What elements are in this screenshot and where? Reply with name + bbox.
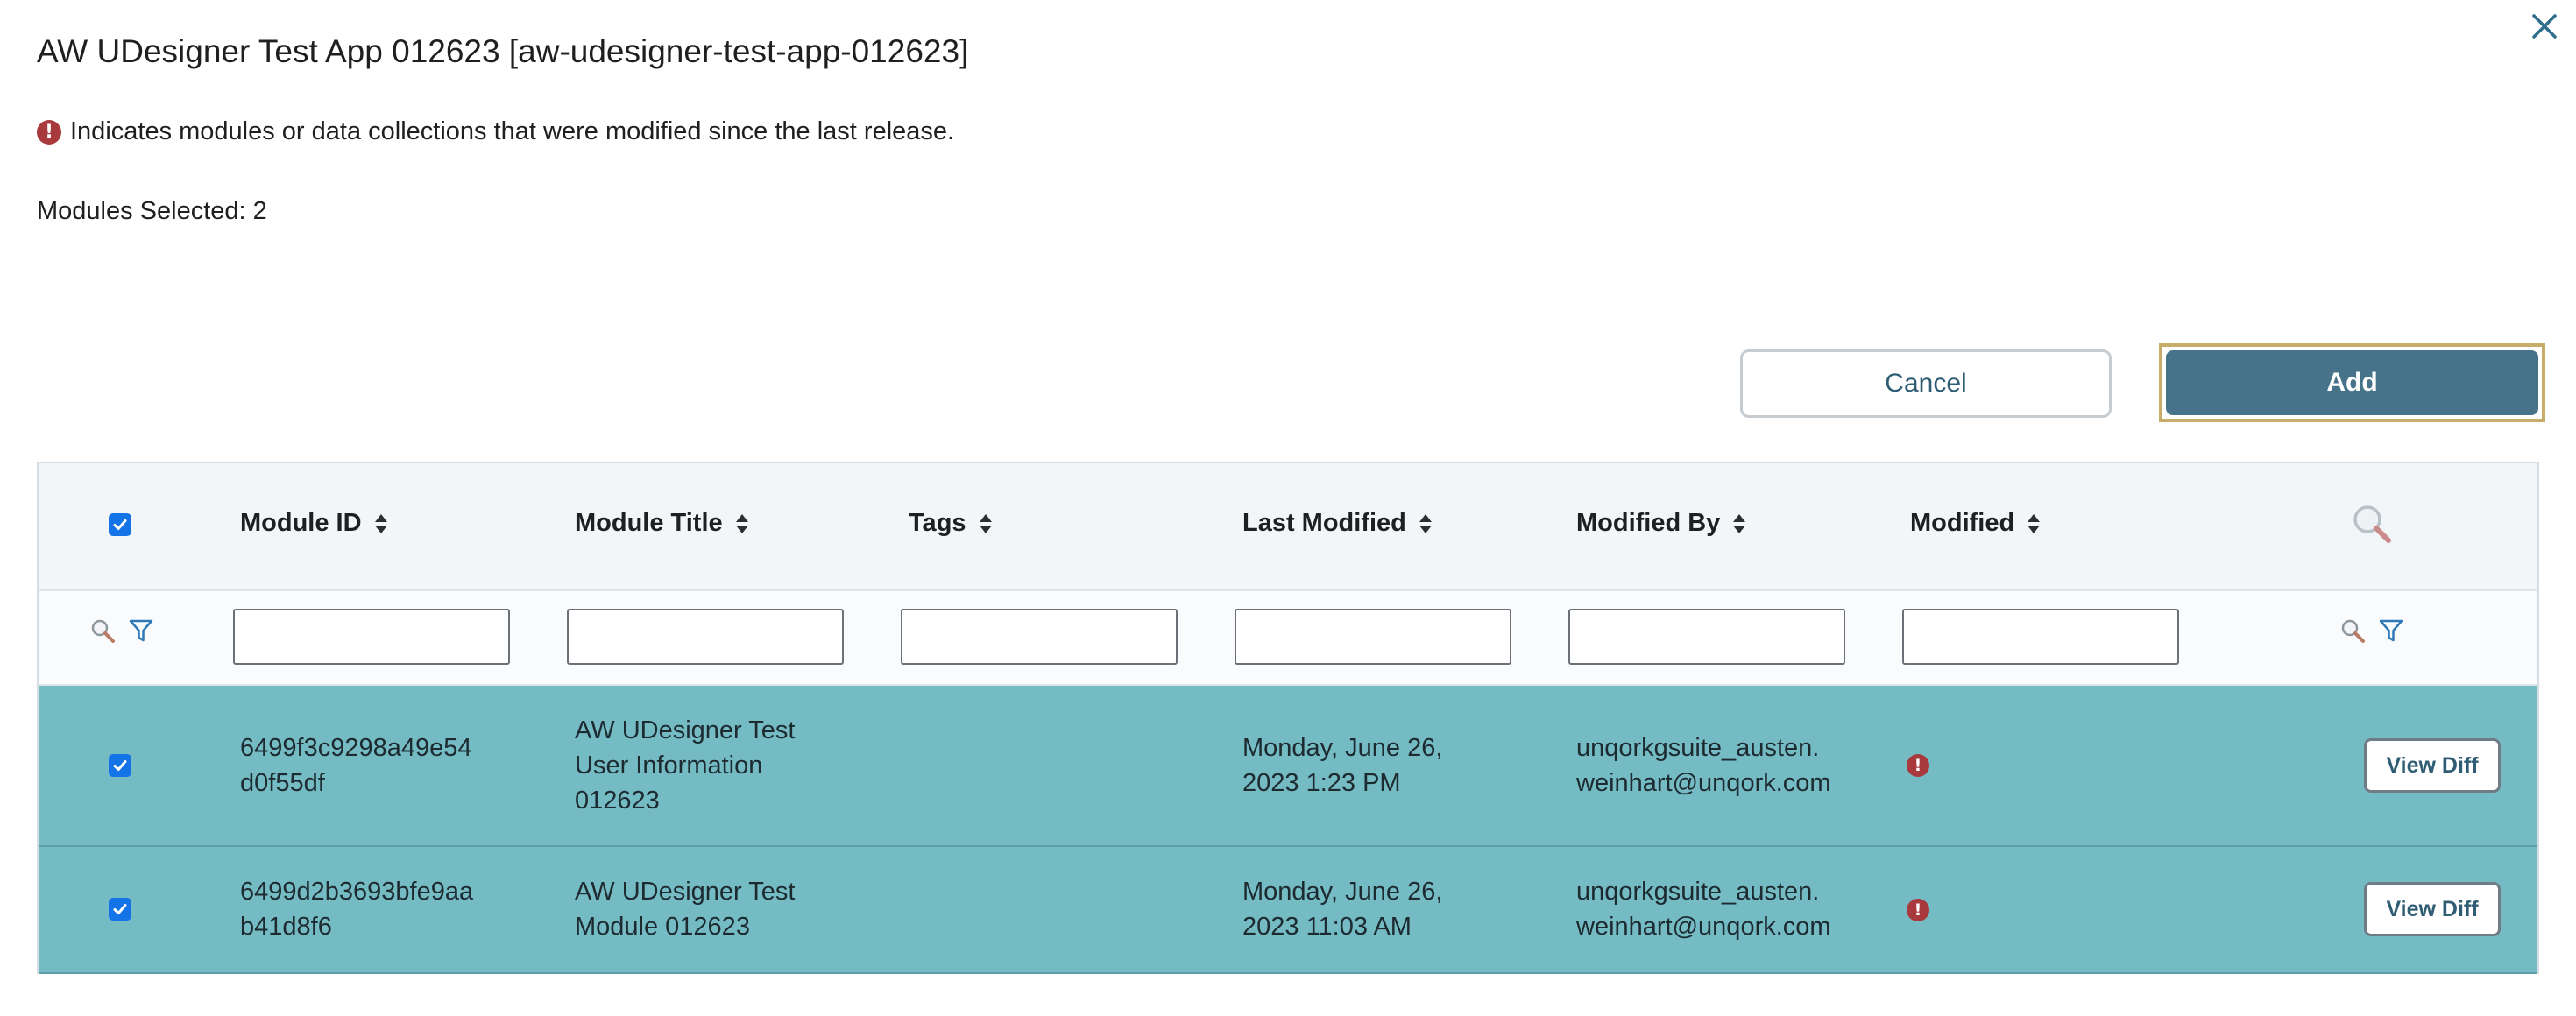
- sort-icon: [1732, 512, 1746, 535]
- module-title-cell: AW UDesigner Test User Information 01262…: [575, 713, 795, 818]
- dialog-title: AW UDesigner Test App 012623 [aw-udesign…: [37, 33, 969, 69]
- view-diff-button[interactable]: View Diff: [2364, 882, 2501, 936]
- module-id-cell: 6499d2b3693bfe9aa b41d8f6: [240, 874, 473, 944]
- table-header-row: Module ID Module Title Tags Last Modifie…: [39, 463, 2537, 591]
- module-title-line: AW UDesigner Test: [575, 878, 796, 906]
- last-modified-line: Monday, June 26,: [1242, 878, 1443, 906]
- last-modified-line: 2023 11:03 AM: [1242, 913, 1412, 941]
- module-title-cell: AW UDesigner Test Module 012623: [575, 874, 795, 944]
- column-header-last-modified[interactable]: Last Modified: [1242, 509, 1433, 538]
- sort-icon: [1419, 512, 1433, 535]
- last-modified-line: 2023 1:23 PM: [1242, 769, 1401, 797]
- module-id-line: b41d8f6: [240, 913, 332, 941]
- row-select-checkbox[interactable]: [109, 754, 131, 777]
- filter-icon[interactable]: [128, 617, 154, 644]
- modified-indicator: !: [1907, 754, 1929, 777]
- module-title-line: AW UDesigner Test: [575, 716, 796, 744]
- module-title-line: 012623: [575, 787, 660, 815]
- module-id-line: d0f55df: [240, 769, 325, 797]
- modified-by-line: weinhart@unqork.com: [1576, 769, 1831, 797]
- modified-by-cell: unqorkgsuite_austen. weinhart@unqork.com: [1576, 730, 1831, 801]
- search-icon: [2353, 505, 2391, 543]
- table-row[interactable]: 6499f3c9298a49e54 d0f55df AW UDesigner T…: [39, 686, 2537, 847]
- notice-text: Indicates modules or data collections th…: [70, 117, 955, 145]
- last-modified-cell: Monday, June 26, 2023 11:03 AM: [1242, 874, 1442, 944]
- sort-icon: [979, 512, 993, 535]
- module-title-line: Module 012623: [575, 913, 750, 941]
- column-header-modified-by[interactable]: Modified By: [1576, 509, 1746, 538]
- exclamation-circle-icon: !: [37, 119, 61, 145]
- module-id-filter-input[interactable]: [233, 609, 510, 665]
- modified-by-cell: unqorkgsuite_austen. weinhart@unqork.com: [1576, 874, 1831, 944]
- search-icon[interactable]: [2339, 617, 2366, 644]
- modified-by-filter-input[interactable]: [1568, 609, 1845, 665]
- cancel-button[interactable]: Cancel: [1740, 349, 2112, 418]
- column-label: Last Modified: [1242, 509, 1406, 537]
- row-filter-tools: [89, 617, 154, 644]
- exclamation-circle-icon: !: [1907, 899, 1929, 921]
- filter-icon[interactable]: [2378, 617, 2404, 644]
- add-button[interactable]: Add: [2166, 350, 2538, 415]
- module-id-cell: 6499f3c9298a49e54 d0f55df: [240, 730, 471, 801]
- checkbox-checked-icon: [109, 898, 131, 921]
- modified-by-line: unqorkgsuite_austen.: [1576, 734, 1820, 762]
- column-label: Modified By: [1576, 509, 1721, 537]
- module-title-line: User Information: [575, 751, 763, 780]
- table-filter-row: [39, 591, 2537, 686]
- module-id-line: 6499f3c9298a49e54: [240, 734, 472, 762]
- last-modified-cell: Monday, June 26, 2023 1:23 PM: [1242, 730, 1442, 801]
- modified-filter-input[interactable]: [1902, 609, 2179, 665]
- column-header-modified[interactable]: Modified: [1910, 509, 2041, 538]
- modified-notice: ! Indicates modules or data collections …: [37, 117, 954, 146]
- sort-icon: [2027, 512, 2041, 535]
- last-modified-line: Monday, June 26,: [1242, 734, 1443, 762]
- modules-table: Module ID Module Title Tags Last Modifie…: [37, 462, 2539, 974]
- table-row[interactable]: 6499d2b3693bfe9aa b41d8f6 AW UDesigner T…: [39, 847, 2537, 974]
- search-icon[interactable]: [89, 617, 116, 644]
- checkbox-checked-icon: [109, 754, 131, 777]
- row-select-checkbox[interactable]: [109, 898, 131, 921]
- modified-indicator: !: [1907, 899, 1929, 921]
- modules-selected-count: Modules Selected: 2: [37, 197, 267, 225]
- tags-filter-input[interactable]: [901, 609, 1178, 665]
- column-label: Tags: [909, 509, 966, 537]
- view-diff-button[interactable]: View Diff: [2364, 738, 2501, 793]
- sort-icon: [735, 512, 749, 535]
- module-id-line: 6499d2b3693bfe9aa: [240, 878, 474, 906]
- sort-icon: [374, 512, 388, 535]
- action-filter-tools: [2339, 617, 2404, 644]
- add-modules-dialog: AW UDesigner Test App 012623 [aw-udesign…: [0, 0, 2576, 1016]
- column-header-tags[interactable]: Tags: [909, 509, 993, 538]
- last-modified-filter-input[interactable]: [1235, 609, 1511, 665]
- modified-by-line: weinhart@unqork.com: [1576, 913, 1831, 941]
- column-header-module-title[interactable]: Module Title: [575, 509, 749, 538]
- column-header-module-id[interactable]: Module ID: [240, 509, 388, 538]
- close-x-icon: [2532, 14, 2557, 39]
- select-all-checkbox[interactable]: [109, 513, 131, 536]
- exclamation-circle-icon: !: [1907, 754, 1929, 777]
- column-label: Modified: [1910, 509, 2015, 537]
- module-title-filter-input[interactable]: [567, 609, 844, 665]
- toggle-search-button[interactable]: [2350, 502, 2394, 546]
- modified-by-line: unqorkgsuite_austen.: [1576, 878, 1820, 906]
- column-label: Module ID: [240, 509, 362, 537]
- close-button[interactable]: [2525, 7, 2564, 46]
- checkbox-checked-icon: [109, 513, 131, 536]
- column-label: Module Title: [575, 509, 723, 537]
